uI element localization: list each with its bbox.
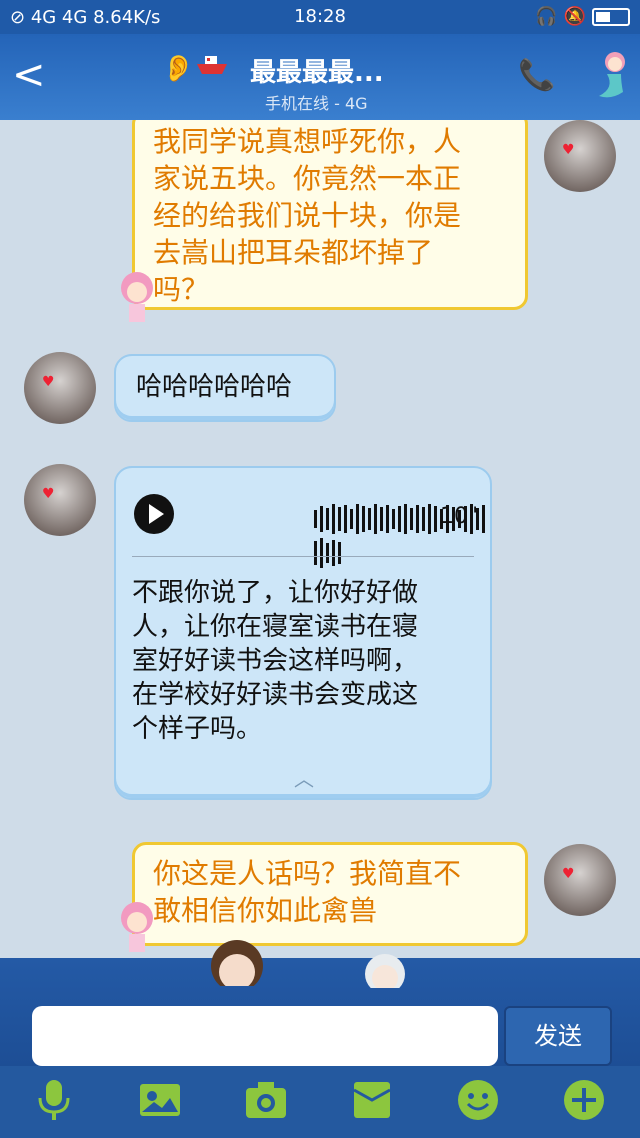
online-status: 手机在线 - 4G: [265, 94, 368, 113]
message-text: 我同学说真想呼死你，人: [153, 125, 462, 158]
voice-transcript: 不跟你说了，让你好好做 人，让你在寝室读书在寝 室好好读书会这样吗啊， 在学校好…: [132, 576, 482, 746]
anime-girl-sticker: [121, 272, 153, 322]
message-input[interactable]: [32, 1006, 498, 1066]
folder-icon[interactable]: [350, 1078, 394, 1122]
message-bubble-outgoing[interactable]: 你这是人话吗？我简直不 敢相信你如此禽兽: [132, 842, 528, 946]
emoji-icon[interactable]: [456, 1078, 500, 1122]
headset-icon: 🎧: [535, 6, 558, 27]
input-bar: 发送: [0, 940, 640, 1066]
phone-icon[interactable]: 📞: [518, 58, 555, 93]
back-button[interactable]: <: [12, 52, 46, 98]
chat-area[interactable]: 我同学说真想呼死你，人 家说五块。你竟然一本正 经的给我们说十块，你是 去嵩山把…: [0, 120, 640, 958]
message-text: 家说五块。你竟然一本正: [153, 162, 462, 195]
transcript-line: 室好好读书会这样吗啊，: [132, 646, 419, 676]
message-bubble-outgoing[interactable]: 我同学说真想呼死你，人 家说五块。你竟然一本正 经的给我们说十块，你是 去嵩山把…: [132, 120, 528, 310]
avatar-contact[interactable]: ♥: [24, 352, 96, 424]
message-text: 哈哈哈哈哈哈: [136, 372, 293, 402]
transcript-line: 在学校好好读书会变成这: [132, 680, 419, 710]
status-bar: ⊘ 4G 4G 8.64K/s 18:28 🎧 🔕: [0, 0, 640, 34]
chat-header: < 👂 最最最最... 手机在线 - 4G 📞: [0, 34, 640, 120]
chat-toolbar: [0, 1066, 640, 1138]
mic-icon[interactable]: [32, 1078, 76, 1122]
voice-message-bubble[interactable]: 10" 不跟你说了，让你好好做 人，让你在寝室读书在寝 室好好读书会这样吗啊， …: [114, 466, 492, 800]
play-icon[interactable]: [134, 494, 174, 534]
message-text: 经的给我们说十块，你是: [153, 199, 462, 232]
message-text: 吗？: [153, 273, 210, 306]
bell-off-icon: 🔕: [563, 6, 586, 27]
battery-icon: [592, 8, 630, 26]
anime-character-decoration: [211, 940, 263, 986]
transcript-line: 个样子吗。: [132, 714, 263, 744]
status-right: 🎧 🔕: [535, 6, 630, 27]
message-bubble-incoming[interactable]: 哈哈哈哈哈哈: [114, 354, 336, 422]
ear-icon[interactable]: 👂: [162, 54, 194, 84]
message-text: 你这是人话吗？我简直不: [153, 857, 462, 890]
avatar-me[interactable]: ♥: [544, 844, 616, 916]
camera-icon[interactable]: [244, 1078, 288, 1122]
transcript-line: 不跟你说了，让你好好做: [132, 578, 419, 608]
collapse-chevron-icon[interactable]: ︿: [294, 762, 314, 796]
voice-duration: 10": [440, 504, 479, 529]
image-icon[interactable]: [138, 1078, 182, 1122]
send-button[interactable]: 发送: [504, 1006, 612, 1066]
anime-character-decoration: [365, 954, 405, 988]
anime-girl-sticker: [121, 902, 153, 952]
transcript-line: 人，让你在寝室读书在寝: [132, 612, 419, 642]
avatar-contact[interactable]: ♥: [24, 464, 96, 536]
mermaid-icon[interactable]: [585, 48, 635, 106]
message-text: 去嵩山把耳朵都坏掉了: [153, 236, 434, 269]
ship-icon: [197, 56, 227, 74]
message-text: 敢相信你如此禽兽: [153, 894, 378, 927]
plus-icon[interactable]: [562, 1078, 606, 1122]
contact-name[interactable]: 最最最最...: [250, 52, 384, 89]
avatar-me[interactable]: ♥: [544, 120, 616, 192]
divider: [132, 556, 474, 557]
